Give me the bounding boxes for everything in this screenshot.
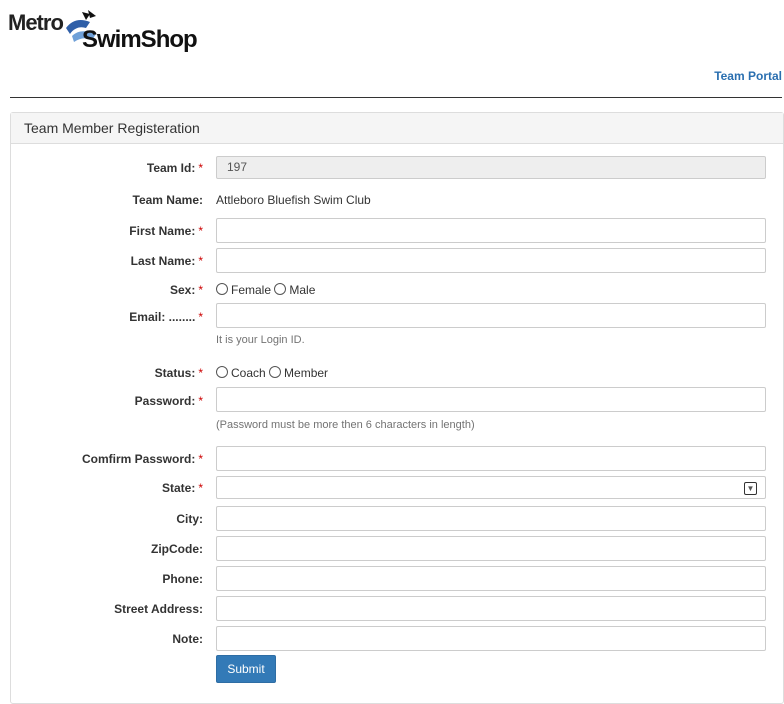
street-address-input[interactable] — [216, 596, 766, 621]
status-member-option[interactable]: Member — [269, 366, 328, 380]
logo-text-swimshop: SwimShop — [82, 26, 198, 53]
required-mark: * — [198, 481, 203, 495]
radio-female[interactable] — [216, 283, 228, 295]
sex-label: Sex: * — [169, 283, 203, 297]
note-input[interactable] — [216, 626, 766, 651]
panel-title: Team Member Registeration — [11, 113, 783, 144]
zipcode-input[interactable] — [216, 536, 766, 561]
site-logo[interactable]: Metro SwimShop — [8, 6, 218, 56]
team-id-field: 197 — [216, 156, 766, 179]
team-name-label: Team Name: — [132, 193, 203, 207]
state-select[interactable]: ▼ — [216, 476, 766, 499]
email-input[interactable] — [216, 303, 766, 328]
email-label: Email: ........ * — [129, 310, 203, 324]
sex-female-option[interactable]: Female — [216, 283, 271, 297]
first-name-input[interactable] — [216, 218, 766, 243]
required-mark: * — [198, 283, 203, 297]
team-name-value: Attleboro Bluefish Swim Club — [216, 193, 371, 207]
phone-label: Phone: — [162, 572, 203, 586]
status-label: Status: * — [154, 366, 203, 380]
status-coach-option[interactable]: Coach — [216, 366, 266, 380]
first-name-label: First Name: * — [129, 224, 203, 238]
city-label: City: — [176, 512, 203, 526]
required-mark: * — [198, 366, 203, 380]
required-mark: * — [198, 394, 203, 408]
required-mark: * — [198, 452, 203, 466]
required-mark: * — [198, 254, 203, 268]
chevron-down-icon[interactable]: ▼ — [744, 482, 757, 495]
required-mark: * — [198, 224, 203, 238]
registration-panel: Team Member Registeration Team Id: * 197 … — [10, 112, 784, 704]
password-input[interactable] — [216, 387, 766, 412]
team-id-label: Team Id: * — [146, 161, 203, 175]
submit-button[interactable]: Submit — [216, 655, 276, 683]
last-name-label: Last Name: * — [130, 254, 203, 268]
phone-input[interactable] — [216, 566, 766, 591]
status-radio-group: Coach Member — [216, 366, 328, 380]
team-portal-link[interactable]: Team Portal — [714, 69, 782, 83]
sex-male-option[interactable]: Male — [274, 283, 315, 297]
confirm-password-label: Comfirm Password: * — [81, 452, 203, 466]
sex-radio-group: Female Male — [216, 283, 315, 297]
header-divider — [10, 97, 782, 98]
state-label: State: * — [161, 481, 203, 495]
email-help-text: It is your Login ID. — [216, 334, 305, 346]
zipcode-label: ZipCode: — [151, 542, 203, 556]
radio-member[interactable] — [269, 366, 282, 378]
password-help-text: (Password must be more then 6 characters… — [216, 419, 475, 431]
radio-male[interactable] — [274, 283, 287, 295]
last-name-input[interactable] — [216, 248, 766, 273]
required-mark: * — [198, 310, 203, 324]
confirm-password-input[interactable] — [216, 446, 766, 471]
password-label: Password: * — [134, 394, 203, 408]
city-input[interactable] — [216, 506, 766, 531]
required-mark: * — [198, 161, 203, 175]
radio-coach[interactable] — [216, 366, 228, 378]
note-label: Note: — [172, 632, 203, 646]
street-address-label: Street Address: — [114, 602, 203, 616]
logo-text-metro: Metro — [8, 10, 64, 35]
